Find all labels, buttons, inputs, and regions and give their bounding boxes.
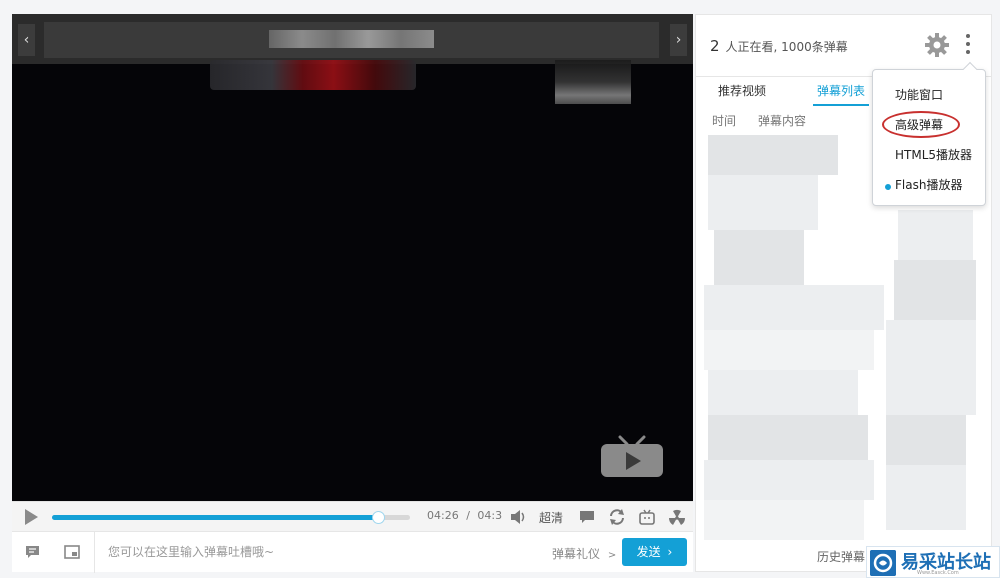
gear-icon[interactable]	[924, 32, 950, 58]
blurred-caption	[210, 60, 416, 90]
menu-item-function-window[interactable]: 功能窗口	[895, 86, 943, 103]
settings-dropdown-menu: 功能窗口 高级弹幕 HTML5播放器 Flash播放器	[872, 61, 986, 206]
blurred-list-row	[886, 320, 976, 360]
column-time: 时间	[712, 114, 737, 128]
time-display: 04:26 / 04:3	[427, 509, 502, 522]
blurred-list-row	[886, 415, 966, 465]
chat-icon[interactable]	[24, 543, 42, 561]
send-label: 发送	[636, 545, 661, 559]
blurred-list-row	[886, 360, 976, 415]
danmaku-etiquette-link[interactable]: 弹幕礼仪 >	[552, 545, 616, 562]
blurred-list-row	[708, 415, 868, 460]
active-tab-indicator	[813, 104, 869, 106]
watermark-logo-icon	[870, 550, 896, 576]
menu-item-advanced-danmaku[interactable]: 高级弹幕	[895, 116, 943, 133]
danmaku-toggle-icon[interactable]	[578, 508, 596, 526]
tab-recommended[interactable]: 推荐视频	[718, 82, 766, 99]
tab-danmaku-list[interactable]: 弹幕列表	[817, 82, 865, 99]
selected-indicator-icon	[885, 184, 891, 190]
blurred-list-row	[708, 135, 838, 175]
video-title	[44, 22, 659, 58]
blurred-list-row	[704, 285, 884, 330]
blurred-list-row	[704, 330, 874, 370]
radiation-icon[interactable]	[668, 508, 686, 526]
blurred-caption-right	[555, 60, 631, 104]
chevron-right-icon: ›	[667, 545, 673, 559]
player-title-bar: ‹ ›	[12, 14, 693, 64]
chevron-right-icon[interactable]: ›	[670, 24, 687, 56]
play-icon[interactable]	[22, 508, 40, 526]
time-current: 04:26	[427, 509, 459, 522]
blurred-list-row	[714, 230, 804, 285]
player-controls: 04:26 / 04:3 超清	[12, 501, 693, 531]
picture-in-picture-icon[interactable]	[63, 543, 81, 561]
danmaku-input[interactable]	[108, 541, 528, 563]
viewer-stats: 2 人正在看, 1000条弹幕	[710, 37, 848, 55]
divider	[94, 532, 95, 573]
chevron-left-icon[interactable]: ‹	[18, 24, 35, 56]
quality-selector[interactable]: 超清	[539, 509, 563, 526]
watermark-subtext: Www.Easck.Com	[917, 570, 959, 576]
send-button[interactable]: 发送 ›	[622, 538, 687, 566]
loop-icon[interactable]	[608, 508, 626, 526]
viewer-text: 人正在看, 1000条弹幕	[725, 40, 848, 54]
time-total: 04:3	[477, 509, 503, 522]
history-danmaku-link[interactable]: 历史弹幕	[817, 548, 865, 565]
etiquette-label: 弹幕礼仪	[552, 547, 601, 561]
blurred-title-text	[269, 30, 434, 48]
blurred-list-row	[708, 370, 858, 415]
video-surface[interactable]	[12, 60, 693, 501]
blurred-list-row	[704, 460, 874, 500]
blurred-list-row	[704, 500, 864, 540]
blurred-list-row	[886, 465, 966, 530]
blurred-list-row	[708, 175, 818, 230]
volume-icon[interactable]	[509, 508, 527, 526]
viewer-count: 2	[710, 37, 720, 55]
tv-logo-icon	[601, 435, 663, 477]
more-vertical-icon[interactable]	[964, 34, 972, 58]
chevron-right-icon: >	[607, 550, 617, 561]
blurred-list-row	[894, 260, 976, 320]
blurred-list-row	[898, 210, 973, 260]
menu-item-html5-player[interactable]: HTML5播放器	[895, 146, 972, 163]
bilibili-icon[interactable]	[638, 508, 656, 526]
video-player: ‹ › 04:26 / 04:3 超清 您可以在这里输入弹幕吐槽哦~ 弹幕礼仪 …	[12, 14, 693, 573]
progress-bar[interactable]	[52, 511, 410, 524]
column-content: 弹幕内容	[758, 114, 807, 128]
progress-fill	[52, 515, 378, 520]
progress-knob[interactable]	[371, 511, 385, 524]
danmaku-input-bar: 弹幕礼仪 > 发送 ›	[12, 531, 693, 573]
app-root: ‹ › 04:26 / 04:3 超清 您可以在这里输入弹幕吐槽哦~ 弹幕礼仪 …	[0, 0, 1000, 578]
time-separator: /	[466, 509, 470, 522]
site-watermark: 易采站长站 Www.Easck.Com	[866, 546, 1000, 578]
menu-item-flash-player[interactable]: Flash播放器	[895, 176, 962, 193]
